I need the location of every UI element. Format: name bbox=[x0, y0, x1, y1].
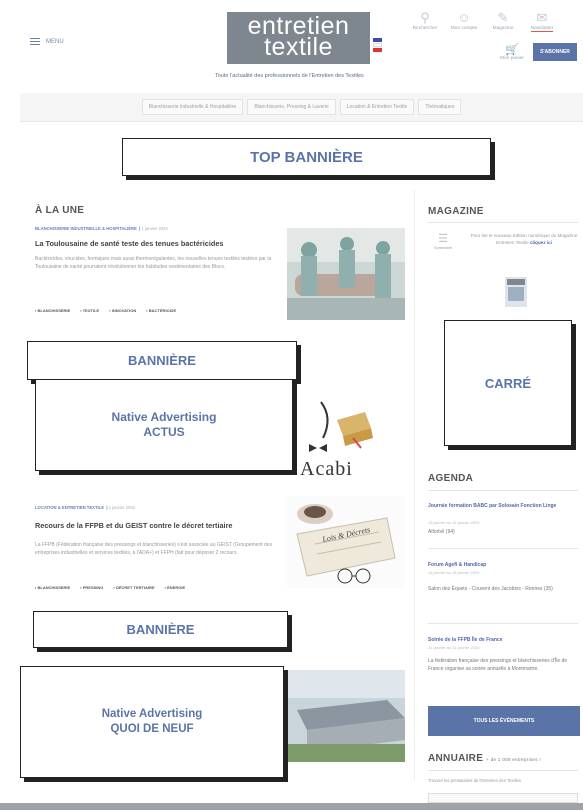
bottom-bar bbox=[0, 803, 583, 810]
nav-item-location[interactable]: Location & Entretien Textile bbox=[339, 99, 415, 115]
annuaire-subtitle: + de 1 000 entreprises ! bbox=[486, 757, 541, 762]
nav-item-pressing[interactable]: Blanchisserie, Pressing & Laverie bbox=[247, 99, 336, 115]
event-date: 16 janvier au 18 janvier 2023 bbox=[428, 570, 480, 575]
article-title[interactable]: Recours de la FFPB et du GEIST contre le… bbox=[35, 521, 285, 530]
article-photo-hospital[interactable] bbox=[287, 228, 405, 320]
all-events-button[interactable]: TOUS LES ÉVÉNEMENTS bbox=[428, 706, 580, 736]
square-ad[interactable]: CARRÉ bbox=[444, 320, 572, 446]
article-excerpt: La FFPB (Fédération française des pressi… bbox=[35, 542, 273, 557]
search-label: Rechercher bbox=[412, 26, 438, 31]
magazine-link[interactable]: cliquez ici bbox=[530, 240, 552, 245]
event-place: Salon des Équets - Couvent des Jacobins … bbox=[428, 586, 553, 592]
section-title-une: À LA UNE bbox=[35, 205, 85, 216]
magazine-button[interactable]: ✎ Magazine bbox=[488, 10, 518, 31]
native-ad-quoi-de-neuf-line2: QUOI DE NEUF bbox=[110, 723, 194, 735]
newsletter-label: Newsletter bbox=[530, 26, 554, 32]
user-icon: ☺ bbox=[457, 10, 471, 25]
tag[interactable]: ▪ BLANCHISSERIE bbox=[35, 585, 70, 590]
subscribe-button[interactable]: S'ABONNER bbox=[533, 43, 577, 61]
banner-middle-2-label: BANNIÈRE bbox=[126, 622, 195, 637]
event-date: 21 janvier au 21 janvier 2023 bbox=[428, 645, 480, 650]
article-date: 1 janvier 2022 bbox=[108, 505, 136, 510]
search-button[interactable]: ⚲ Rechercher bbox=[410, 10, 440, 31]
event-date: 15 janvier au 16 janvier 2023 bbox=[428, 520, 480, 525]
cart-icon: 🛒 bbox=[505, 44, 519, 56]
magazine-cover-thumbnail[interactable] bbox=[505, 277, 527, 307]
native-ad-quoi-de-neuf-line1: Native Advertising bbox=[101, 708, 203, 720]
tag[interactable]: ▪ INNOVATION bbox=[109, 308, 136, 313]
top-banner[interactable]: TOP BANNIÈRE bbox=[122, 138, 491, 176]
magazine-label: Magazine bbox=[492, 26, 514, 31]
list-icon: ☰ bbox=[438, 233, 448, 245]
account-label: Mon compte bbox=[450, 26, 478, 31]
event-link[interactable]: Soirée de la FFPB Île de France bbox=[428, 636, 578, 644]
divider bbox=[428, 490, 578, 491]
site-logo[interactable]: entretien textile bbox=[227, 12, 370, 64]
tag[interactable]: ▪ ÉNERGIE bbox=[165, 585, 186, 590]
article-title[interactable]: La Toulousaine de santé teste des tenues… bbox=[35, 239, 285, 248]
square-ad-label: CARRÉ bbox=[484, 375, 532, 391]
article-excerpt: Bactéricides, virucides, fermiques mais … bbox=[35, 256, 272, 271]
tag[interactable]: ▪ BACTÉRICIDE bbox=[146, 308, 176, 313]
header-icons: ⚲ Rechercher ☺ Mon compte ✎ Magazine ✉ N… bbox=[410, 10, 557, 32]
divider bbox=[428, 623, 578, 624]
search-icon: ⚲ bbox=[420, 10, 430, 25]
native-ad-actus-line1: Native Advertising bbox=[111, 410, 217, 424]
magazine-icon: ✎ bbox=[497, 10, 509, 25]
article-tags: ▪ BLANCHISSERIE ▪ PRESSING ▪ DÉCRET TERT… bbox=[35, 585, 185, 590]
account-button[interactable]: ☺ Mon compte bbox=[449, 10, 479, 31]
native-ad-actus-line2: ACTUS bbox=[143, 425, 185, 439]
logo-line2: textile bbox=[264, 33, 333, 61]
article-category[interactable]: LOCATION & ENTRETIEN TEXTILE bbox=[35, 505, 104, 510]
magazine-summary-button[interactable]: ☰ Sommaire bbox=[430, 232, 456, 250]
native-ad-quoi-de-neuf[interactable]: Native Advertising QUOI DE NEUF bbox=[20, 666, 284, 778]
banner-middle-label: BANNIÈRE bbox=[128, 353, 196, 368]
newsletter-icon: ✉ bbox=[536, 10, 548, 25]
native-ad-actus[interactable]: Native Advertising ACTUS bbox=[35, 379, 293, 471]
top-banner-label: TOP BANNIÈRE bbox=[250, 148, 363, 166]
tag[interactable]: ▪ DÉCRET TERTIAIRE bbox=[113, 585, 154, 590]
divider bbox=[428, 770, 578, 771]
menu-button[interactable]: MENU bbox=[30, 38, 64, 45]
sidebar-title-agenda: AGENDA bbox=[428, 473, 474, 484]
magazine-summary-label: Sommaire bbox=[433, 245, 453, 250]
event-link[interactable]: Forum Agefi & Handicap bbox=[428, 561, 578, 569]
nav-item-blanchisserie-industrielle[interactable]: Blanchisserie industrielle & Hospitalièr… bbox=[141, 99, 244, 115]
newsletter-button[interactable]: ✉ Newsletter bbox=[527, 10, 557, 32]
event-place: La fédération française des pressings et… bbox=[428, 658, 568, 672]
article-date: 1 janvier 2022 bbox=[141, 226, 168, 231]
sidebar-title-magazine: MAGAZINE bbox=[428, 206, 484, 217]
article-kicker: BLANCHISSERIE INDUSTRIELLE & HOSPITALIÈR… bbox=[35, 226, 168, 231]
divider bbox=[428, 222, 578, 223]
flag-icon bbox=[373, 38, 382, 52]
hamburger-icon bbox=[30, 38, 40, 45]
page: MENU entretien textile Toute l'actualité… bbox=[0, 0, 583, 810]
main-nav: Blanchisserie industrielle & Hospitalièr… bbox=[20, 93, 583, 121]
tag[interactable]: ▪ BLANCHISSERIE bbox=[35, 308, 70, 313]
article-photo-factory[interactable] bbox=[287, 670, 405, 762]
article-tags: ▪ BLANCHISSERIE ▪ TEXTILE ▪ INNOVATION ▪… bbox=[35, 308, 176, 313]
sidebar-title-annuaire: ANNUAIRE + de 1 000 entreprises ! bbox=[428, 753, 541, 764]
article-kicker: LOCATION & ENTRETIEN TEXTILE | 1 janvier… bbox=[35, 505, 136, 510]
annuaire-select[interactable] bbox=[428, 793, 578, 803]
divider bbox=[20, 121, 583, 122]
tag[interactable]: ▪ PRESSING bbox=[80, 585, 103, 590]
magazine-text: Pour lire le nouveau Edition numérique d… bbox=[470, 233, 578, 245]
article-category[interactable]: BLANCHISSERIE INDUSTRIELLE & HOSPITALIÈR… bbox=[35, 226, 137, 231]
site-tagline: Toute l'actualité des professionnels de … bbox=[215, 73, 364, 79]
cart-button[interactable]: 🛒 Mon panier bbox=[500, 43, 524, 61]
event-link[interactable]: Journée formation BABC par Solosain Fonc… bbox=[428, 502, 578, 510]
article-photo-lois-decrets[interactable] bbox=[287, 496, 405, 588]
tag[interactable]: ▪ TEXTILE bbox=[80, 308, 99, 313]
menu-label: MENU bbox=[46, 38, 64, 45]
cart-label: Mon panier bbox=[500, 56, 524, 61]
banner-middle[interactable]: BANNIÈRE bbox=[27, 341, 297, 380]
annuaire-text: Trouvez les prestataires de l'Entretien … bbox=[428, 778, 521, 783]
event-place: Alfortvil (94) bbox=[428, 529, 455, 535]
acabi-logo-text: Acabi bbox=[300, 458, 353, 480]
banner-middle-2[interactable]: BANNIÈRE bbox=[33, 611, 288, 648]
nav-item-thematiques[interactable]: Thématiques bbox=[418, 99, 462, 115]
divider bbox=[428, 548, 578, 549]
sidebar-divider bbox=[414, 190, 415, 780]
